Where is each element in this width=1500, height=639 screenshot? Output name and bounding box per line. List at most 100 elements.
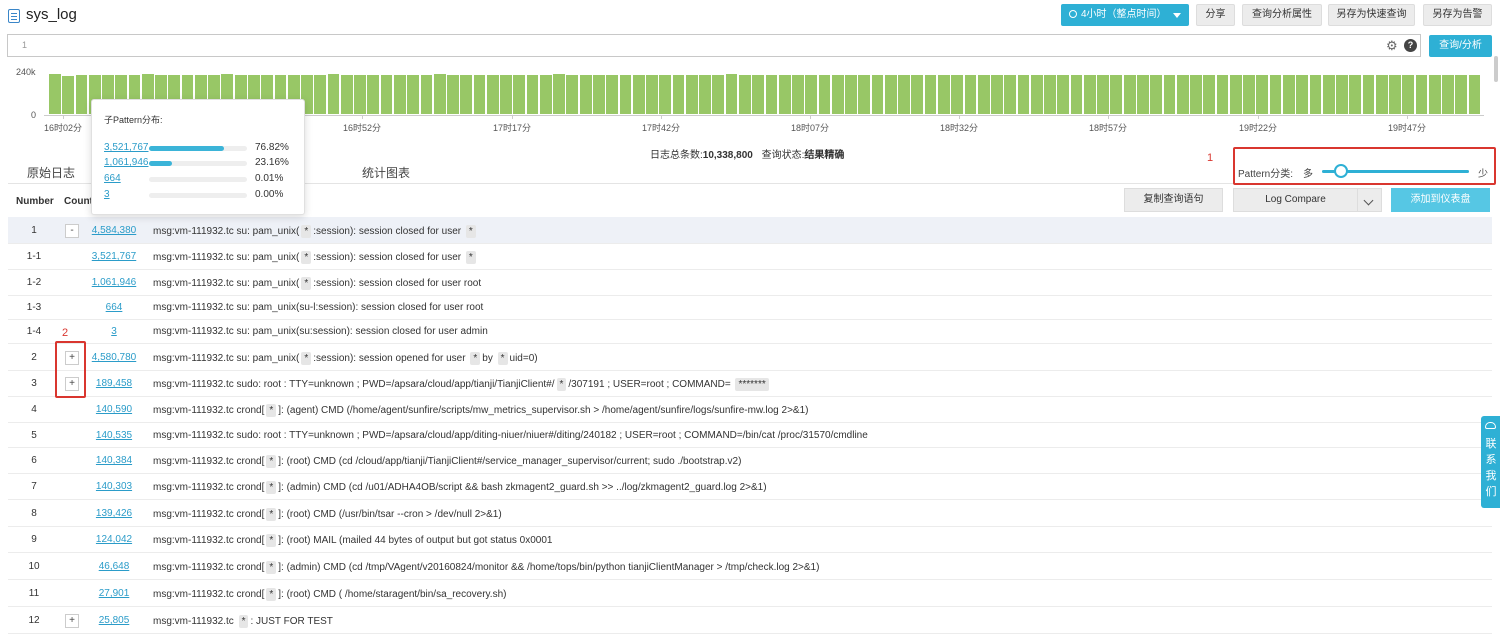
histogram-bar[interactable] — [778, 75, 791, 114]
table-row[interactable]: 11 27,901 msg:vm-111932.tc crond[*]: (root… — [8, 580, 1492, 607]
histogram-bar[interactable] — [1415, 75, 1428, 114]
table-row[interactable]: 8 139,426 msg:vm-111932.tc crond[*]: (root… — [8, 500, 1492, 527]
wildcard-chip[interactable]: * — [266, 561, 277, 574]
histogram-bar[interactable] — [407, 75, 420, 114]
expand-button[interactable]: + — [65, 614, 79, 628]
histogram-bar[interactable] — [553, 74, 565, 114]
histogram-bar[interactable] — [1309, 75, 1322, 114]
histogram-bar[interactable] — [951, 75, 964, 114]
histogram-bar[interactable] — [685, 75, 698, 114]
pattern-count-link[interactable]: 1,061,946 — [80, 277, 148, 288]
histogram-bar[interactable] — [1362, 75, 1375, 114]
wildcard-chip[interactable]: ******* — [735, 378, 769, 391]
gear-icon[interactable]: ⚙ — [1386, 38, 1398, 53]
pattern-count-link[interactable]: 124,042 — [80, 534, 148, 545]
histogram-bar[interactable] — [1216, 75, 1229, 114]
histogram-bar[interactable] — [725, 74, 738, 114]
collapse-button[interactable]: - — [65, 224, 79, 238]
histogram-bar[interactable] — [1044, 75, 1056, 114]
query-editor[interactable]: 1 ⚙ ? — [7, 34, 1421, 57]
histogram-bar[interactable] — [1004, 75, 1017, 114]
log-compare-select[interactable]: Log Compare — [1233, 188, 1358, 212]
wildcard-chip[interactable]: * — [266, 588, 277, 601]
table-row[interactable]: 12 +25,805 msg:vm-111932.tc *: JUST FOR TE… — [8, 607, 1492, 634]
histogram-bar[interactable] — [1269, 75, 1282, 114]
share-button[interactable]: 分享 — [1196, 4, 1235, 26]
pattern-count-link[interactable]: 140,535 — [80, 430, 148, 441]
histogram-bar[interactable] — [845, 75, 857, 114]
histogram-bar[interactable] — [884, 75, 897, 114]
sub-pattern-count-link[interactable]: 1,061,946 — [104, 157, 149, 168]
histogram-bar[interactable] — [1163, 75, 1176, 114]
wildcard-chip[interactable]: * — [301, 352, 312, 365]
tab-charts[interactable]: 统计图表 — [362, 164, 410, 181]
page-scrollbar[interactable] — [1494, 56, 1498, 82]
pattern-slider-thumb[interactable] — [1334, 164, 1349, 178]
wildcard-chip[interactable]: * — [266, 481, 277, 494]
pattern-count-link[interactable]: 140,590 — [80, 404, 148, 415]
wildcard-chip[interactable]: * — [238, 615, 249, 628]
histogram-bar[interactable] — [420, 75, 433, 114]
table-row[interactable]: 7 140,303 msg:vm-111932.tc crond[*]: (admi… — [8, 474, 1492, 500]
histogram-bar[interactable] — [646, 75, 658, 114]
histogram-bar[interactable] — [911, 75, 924, 114]
wildcard-chip[interactable]: * — [266, 455, 277, 468]
wildcard-chip[interactable]: * — [301, 277, 312, 290]
query-properties-button[interactable]: 查询分析属性 — [1242, 4, 1322, 26]
histogram-bar[interactable] — [1243, 75, 1255, 114]
histogram-bar[interactable] — [500, 75, 512, 114]
histogram-bar[interactable] — [924, 75, 937, 114]
histogram-bar[interactable] — [1402, 75, 1415, 114]
histogram-bar[interactable] — [977, 75, 990, 114]
histogram-bar[interactable] — [1057, 75, 1070, 114]
table-row[interactable]: 6 140,384 msg:vm-111932.tc crond[*]: (root… — [8, 448, 1492, 474]
wildcard-chip[interactable]: * — [556, 378, 567, 391]
histogram-bar[interactable] — [1137, 75, 1149, 114]
sub-pattern-count-link[interactable]: 3,521,767 — [104, 142, 149, 153]
histogram-bar[interactable] — [380, 75, 393, 114]
table-row[interactable]: 2 +4,580,780 msg:vm-111932.tc su: pam_unix… — [8, 344, 1492, 371]
histogram-bar[interactable] — [1442, 75, 1454, 114]
table-row[interactable]: 3 +189,458 msg:vm-111932.tc sudo: root : T… — [8, 371, 1492, 397]
histogram-bar[interactable] — [619, 75, 632, 114]
histogram-bar[interactable] — [1336, 75, 1348, 114]
histogram-bar[interactable] — [1123, 75, 1136, 114]
histogram-bar[interactable] — [606, 75, 619, 114]
histogram-bar[interactable] — [1150, 75, 1163, 114]
histogram-bar[interactable] — [752, 75, 764, 114]
histogram-bar[interactable] — [858, 75, 871, 114]
histogram-bar[interactable] — [1282, 75, 1295, 114]
save-quick-query-button[interactable]: 另存为快速查询 — [1328, 4, 1415, 26]
histogram-bar[interactable] — [433, 74, 446, 114]
histogram-bar[interactable] — [712, 75, 725, 114]
histogram-bar[interactable] — [473, 75, 486, 114]
histogram-bar[interactable] — [526, 75, 539, 114]
wildcard-chip[interactable]: * — [497, 352, 508, 365]
histogram-bar[interactable] — [818, 75, 831, 114]
histogram-bar[interactable] — [632, 75, 645, 114]
help-icon[interactable]: ? — [1404, 39, 1417, 52]
pattern-count-link[interactable]: 3,521,767 — [80, 251, 148, 262]
wildcard-chip[interactable]: * — [266, 508, 277, 521]
sub-pattern-count-link[interactable]: 664 — [104, 173, 121, 184]
wildcard-chip[interactable]: * — [465, 251, 476, 264]
histogram-bar[interactable] — [738, 75, 751, 114]
chevron-down-icon[interactable] — [1357, 188, 1382, 212]
table-row[interactable]: 10 46,648 msg:vm-111932.tc crond[*]: (admi… — [8, 553, 1492, 580]
histogram-bar[interactable] — [1070, 75, 1083, 114]
histogram-bar[interactable] — [765, 75, 778, 114]
histogram-bar[interactable] — [49, 74, 61, 114]
histogram-bar[interactable] — [1256, 75, 1269, 114]
table-row[interactable]: 4 140,590 msg:vm-111932.tc crond[*]: (agen… — [8, 397, 1492, 423]
pattern-count-link[interactable]: 4,580,780 — [80, 352, 148, 363]
histogram-bar[interactable] — [1455, 75, 1468, 114]
search-analyze-button[interactable]: 查询/分析 — [1429, 35, 1492, 57]
histogram-bar[interactable] — [1296, 75, 1308, 114]
copy-query-button[interactable]: 复制查询语句 — [1124, 188, 1223, 212]
histogram-bar[interactable] — [805, 75, 818, 114]
add-to-dashboard-button[interactable]: 添加到仪表盘 — [1391, 188, 1490, 212]
pattern-count-link[interactable]: 140,384 — [80, 455, 148, 466]
pattern-count-link[interactable]: 139,426 — [80, 508, 148, 519]
pattern-count-link[interactable]: 3 — [80, 326, 148, 337]
histogram-bar[interactable] — [314, 75, 327, 114]
